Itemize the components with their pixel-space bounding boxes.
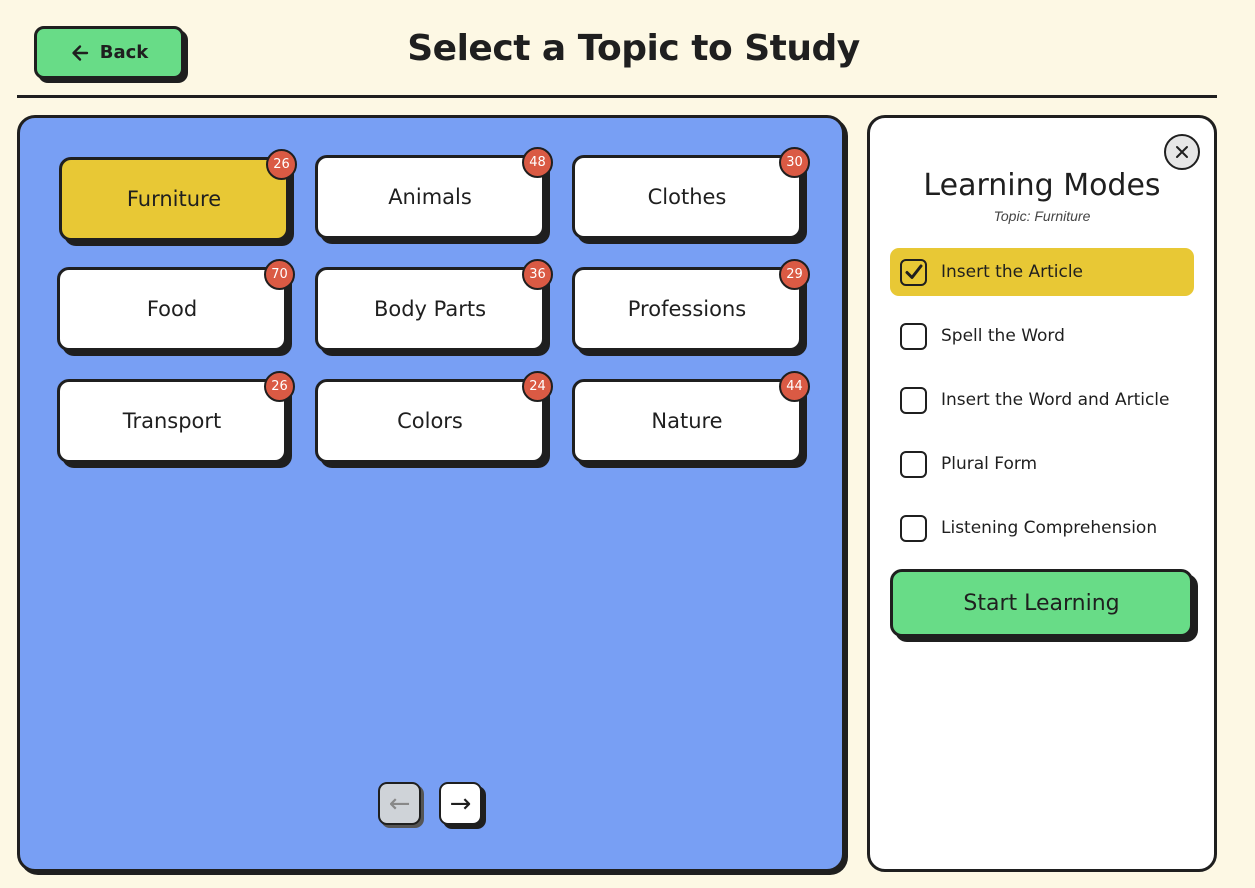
mode-checkbox[interactable]: [900, 514, 927, 542]
modes-title: Learning Modes: [923, 168, 1161, 203]
mode-option-spell-word[interactable]: Spell the Word: [890, 312, 1194, 360]
mode-option-plural-form[interactable]: Plural Form: [890, 440, 1194, 488]
topic-count-badge: 26: [266, 149, 297, 180]
mode-checkbox[interactable]: [900, 258, 927, 286]
topic-label: Nature: [651, 409, 723, 433]
check-icon: [905, 264, 922, 279]
topic-label: Transport: [122, 409, 222, 433]
topic-count-badge: 48: [522, 147, 553, 178]
topic-label: Colors: [397, 409, 463, 433]
topics-panel: Furniture 26 Animals 48 Clothes 30 Food …: [17, 115, 845, 872]
topic-card-professions[interactable]: Professions 29: [572, 259, 810, 351]
mode-checkbox[interactable]: [900, 386, 927, 414]
next-page-button[interactable]: →: [439, 782, 482, 825]
mode-option-insert-article[interactable]: Insert the Article: [890, 248, 1194, 296]
mode-label: Insert the Word and Article: [941, 390, 1170, 410]
mode-option-listening-comprehension[interactable]: Listening Comprehension: [890, 504, 1194, 552]
topic-count-badge: 24: [522, 371, 553, 402]
header-divider: [17, 95, 1217, 98]
start-learning-button[interactable]: Start Learning: [890, 569, 1193, 637]
topic-card-body-parts[interactable]: Body Parts 36: [315, 259, 553, 351]
topic-card-nature[interactable]: Nature 44: [572, 371, 810, 463]
mode-label: Spell the Word: [941, 326, 1065, 346]
topic-label: Animals: [388, 185, 472, 209]
mode-label: Insert the Article: [941, 262, 1084, 282]
learning-modes-panel: Learning Modes Topic: Furniture Insert t…: [867, 115, 1217, 872]
topic-count-badge: 70: [264, 259, 295, 290]
topic-card-colors[interactable]: Colors 24: [315, 371, 553, 463]
topic-count-badge: 36: [522, 259, 553, 290]
topic-label: Food: [146, 297, 198, 321]
mode-checkbox[interactable]: [900, 322, 927, 350]
mode-label: Listening Comprehension: [941, 518, 1158, 538]
topic-card-clothes[interactable]: Clothes 30: [572, 147, 810, 239]
mode-checkbox[interactable]: [900, 450, 927, 478]
topic-label: Professions: [627, 297, 747, 321]
selected-topic-caption: Topic: Furniture: [993, 208, 1091, 224]
page-title: Select a Topic to Study: [407, 28, 860, 69]
previous-page-button[interactable]: ←: [378, 782, 421, 825]
topic-card-furniture[interactable]: Furniture 26: [59, 149, 297, 241]
topic-count-badge: 29: [779, 259, 810, 290]
mode-label: Plural Form: [941, 454, 1038, 474]
topic-label: Body Parts: [373, 297, 487, 321]
topic-label: Clothes: [647, 185, 727, 209]
topic-card-food[interactable]: Food 70: [57, 259, 295, 351]
close-button[interactable]: [1164, 134, 1200, 170]
close-icon: [1174, 144, 1190, 160]
topic-label: Furniture: [126, 187, 222, 211]
mode-option-insert-word-and-article[interactable]: Insert the Word and Article: [890, 376, 1194, 424]
topic-card-transport[interactable]: Transport 26: [57, 371, 295, 463]
topic-count-badge: 30: [779, 147, 810, 178]
arrow-right-icon: →: [449, 788, 472, 819]
topic-count-badge: 44: [779, 371, 810, 402]
topic-card-animals[interactable]: Animals 48: [315, 147, 553, 239]
arrow-left-icon: ←: [388, 788, 411, 819]
topic-count-badge: 26: [264, 371, 295, 402]
